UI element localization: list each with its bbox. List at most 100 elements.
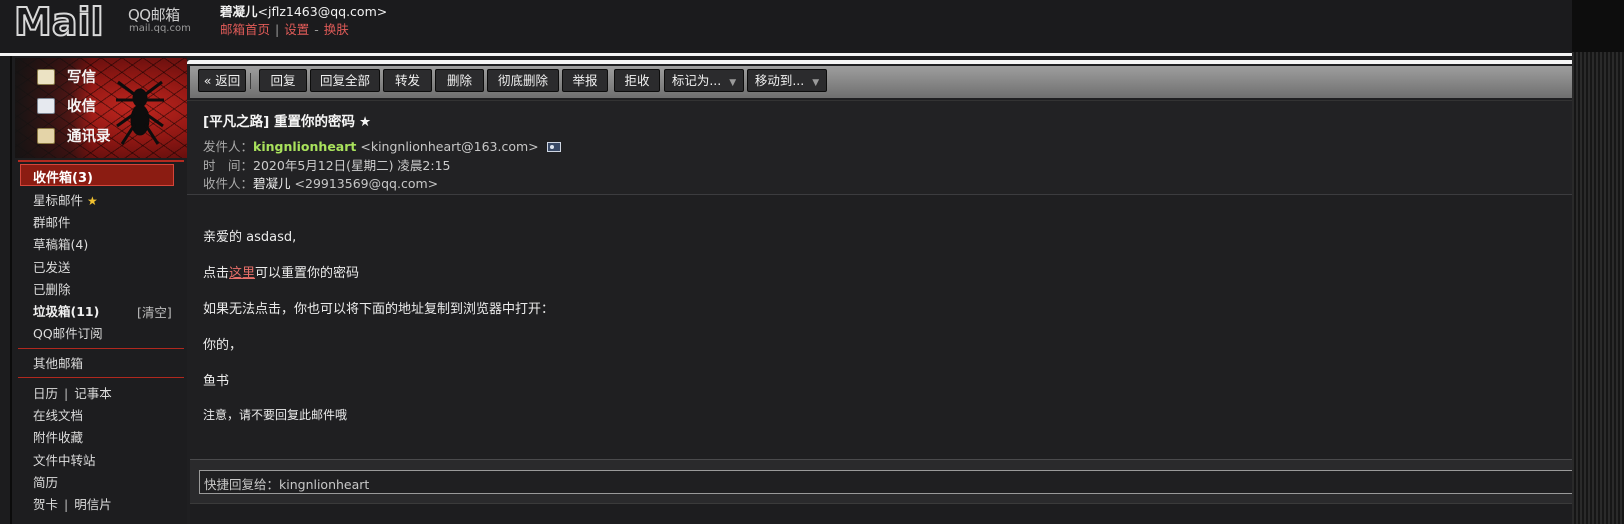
toolbar-separator <box>250 73 251 89</box>
sidebar-item-resume[interactable]: 简历 <box>33 472 58 491</box>
reset-prefix: 点击 <box>203 266 230 281</box>
contacts-button[interactable]: 通讯录 <box>37 125 111 146</box>
sidebar-item-online-docs[interactable]: 在线文档 <box>33 405 83 424</box>
sidebar-divider <box>18 160 184 162</box>
report-button[interactable]: 举报 <box>562 69 608 92</box>
mail-header: [平凡之路] 重置你的密码 ★ 发件人：kingnlionheart <kingn… <box>187 100 1572 194</box>
sidebar: 写信 收信 通讯录 收件箱(3) 星标邮件 ★ 群邮件 草稿箱(4) 已发送 已删… <box>10 56 187 524</box>
body-reset-line: 点击这里可以重置你的密码 <box>203 262 359 281</box>
forward-button[interactable]: 转发 <box>383 69 432 92</box>
link-divider: | <box>275 22 280 37</box>
sidebar-item-inbox[interactable]: 收件箱(3) <box>20 164 174 186</box>
star-icon: ★ <box>87 194 98 208</box>
body-greeting: 亲爱的 asdasd, <box>203 230 297 245</box>
reject-button[interactable]: 拒收 <box>614 69 660 92</box>
address-book-icon <box>37 127 55 144</box>
delete-permanent-button[interactable]: 彻底删除 <box>487 69 559 92</box>
pipe-divider: | <box>64 386 69 401</box>
sidebar-divider <box>18 348 184 349</box>
settings-link[interactable]: 设置 <box>284 22 309 37</box>
sidebar-item-sent[interactable]: 已发送 <box>33 257 71 276</box>
mail-toolbar: « 返回 回复 回复全部 转发 删除 彻底删除 举报 拒收 标记为... ▼ 移动… <box>190 66 1572 98</box>
mark-as-dropdown[interactable]: 标记为... ▼ <box>664 69 744 92</box>
reset-password-link[interactable]: 这里 <box>229 266 255 281</box>
reply-button[interactable]: 回复 <box>259 69 307 92</box>
pipe-divider: | <box>64 497 69 512</box>
contacts-label: 通讯录 <box>67 129 111 145</box>
receive-mail-button[interactable]: 收信 <box>37 95 96 116</box>
sidebar-divider <box>18 377 184 378</box>
write-mail-button[interactable]: 写信 <box>37 66 96 87</box>
chevron-down-icon: ▼ <box>729 78 737 88</box>
recipient-label: 收件人： <box>203 176 254 191</box>
sender-address: <kingnlionheart@163.com> <box>360 139 539 154</box>
envelope-icon <box>37 97 55 114</box>
sidebar-item-notes[interactable]: 记事本 <box>74 386 112 401</box>
time-label: 时 间： <box>203 158 254 173</box>
account-email: <jflz1463@qq.com> <box>257 4 388 19</box>
sidebar-item-attachments[interactable]: 附件收藏 <box>33 427 83 446</box>
sender-label: 发件人： <box>203 139 254 154</box>
clear-spam-link[interactable]: [清空] <box>137 302 172 321</box>
move-to-dropdown[interactable]: 移动到... ▼ <box>747 69 827 92</box>
recipient-row: 收件人：碧凝儿 <29913569@qq.com> <box>203 173 438 192</box>
body-note: 注意，请不要回复此邮件哦 <box>203 408 348 422</box>
starred-label: 星标邮件 <box>33 193 84 208</box>
sidebar-item-cards[interactable]: 贺卡 <box>33 497 58 512</box>
star-icon[interactable]: ★ <box>359 114 371 130</box>
chevron-down-icon: ▼ <box>812 78 820 88</box>
sidebar-item-calendar[interactable]: 日历 <box>33 386 58 401</box>
body-copy-hint: 如果无法点击，你也可以将下面的地址复制到浏览器中打开： <box>203 302 555 317</box>
recipient-name[interactable]: 碧凝儿 <box>253 176 291 191</box>
move-to-label: 移动到... <box>754 73 805 88</box>
write-label: 写信 <box>67 70 96 86</box>
logo-text: Mail <box>14 2 104 40</box>
sidebar-item-other-mail[interactable]: 其他邮箱 <box>33 353 83 372</box>
time-row: 时 间：2020年5月12日(星期二) 凌晨2:15 <box>203 155 450 174</box>
sidebar-row-cards: 贺卡 | 明信片 <box>33 494 112 513</box>
body-signature: 鱼书 <box>203 374 230 389</box>
panel-border <box>187 60 1572 64</box>
receive-label: 收信 <box>67 99 96 115</box>
brand-text: QQ邮箱 <box>128 6 180 24</box>
time-value: 2020年5月12日(星期二) 凌晨2:15 <box>253 158 451 173</box>
spider-icon <box>116 80 164 145</box>
add-contact-icon[interactable] <box>546 142 561 152</box>
mail-subject: [平凡之路] 重置你的密码 ★ <box>203 110 371 130</box>
compose-icon <box>37 68 55 85</box>
account-name: 碧凝儿 <box>220 4 258 19</box>
mail-logo[interactable]: Mail <box>14 2 126 40</box>
sidebar-item-drafts[interactable]: 草稿箱(4) <box>33 234 88 253</box>
theme-banner: 写信 收信 通讯录 <box>15 58 187 158</box>
header-divider <box>187 194 1572 195</box>
brand-domain: mail.qq.com <box>129 23 191 34</box>
quick-reply-area: 快捷回复给：kingnlionheart <box>190 459 1572 524</box>
sender-row: 发件人：kingnlionheart <kingnlionheart@163.c… <box>203 136 561 155</box>
sender-name[interactable]: kingnlionheart <box>253 139 356 154</box>
mail-view: « 返回 回复 回复全部 转发 删除 彻底删除 举报 拒收 标记为... ▼ 移动… <box>187 56 1572 524</box>
window-edge <box>1572 0 1624 524</box>
link-dash: - <box>314 22 319 37</box>
mailbox-home-link[interactable]: 邮箱首页 <box>220 22 270 37</box>
sidebar-item-postcards[interactable]: 明信片 <box>74 497 112 512</box>
mark-as-label: 标记为... <box>671 73 722 88</box>
top-links: 邮箱首页 | 设置 - 换肤 <box>220 19 349 38</box>
sidebar-row-calendar-notes: 日历 | 记事本 <box>33 383 112 402</box>
reset-suffix: 可以重置你的密码 <box>255 266 360 281</box>
sidebar-item-deleted[interactable]: 已删除 <box>33 279 71 298</box>
back-button[interactable]: « 返回 <box>198 69 246 92</box>
account-info: 碧凝儿<jflz1463@qq.com> <box>220 1 387 20</box>
sidebar-item-subscriptions[interactable]: QQ邮件订阅 <box>33 323 103 342</box>
reply-all-button[interactable]: 回复全部 <box>310 69 380 92</box>
recipient-address: <29913569@qq.com> <box>294 176 439 191</box>
sidebar-item-starred[interactable]: 星标邮件 ★ <box>33 190 98 209</box>
sidebar-item-spam[interactable]: 垃圾箱(11) <box>33 301 99 320</box>
delete-button[interactable]: 删除 <box>435 69 484 92</box>
skin-link[interactable]: 换肤 <box>324 22 349 37</box>
quick-reply-input[interactable]: 快捷回复给：kingnlionheart <box>199 470 1572 494</box>
top-header: Mail QQ邮箱 mail.qq.com 碧凝儿<jflz1463@qq.co… <box>0 0 1572 54</box>
sidebar-item-group[interactable]: 群邮件 <box>33 212 71 231</box>
sidebar-item-file-transfer[interactable]: 文件中转站 <box>33 450 96 469</box>
reply-footer <box>190 503 1572 524</box>
subject-text: [平凡之路] 重置你的密码 <box>203 114 356 130</box>
